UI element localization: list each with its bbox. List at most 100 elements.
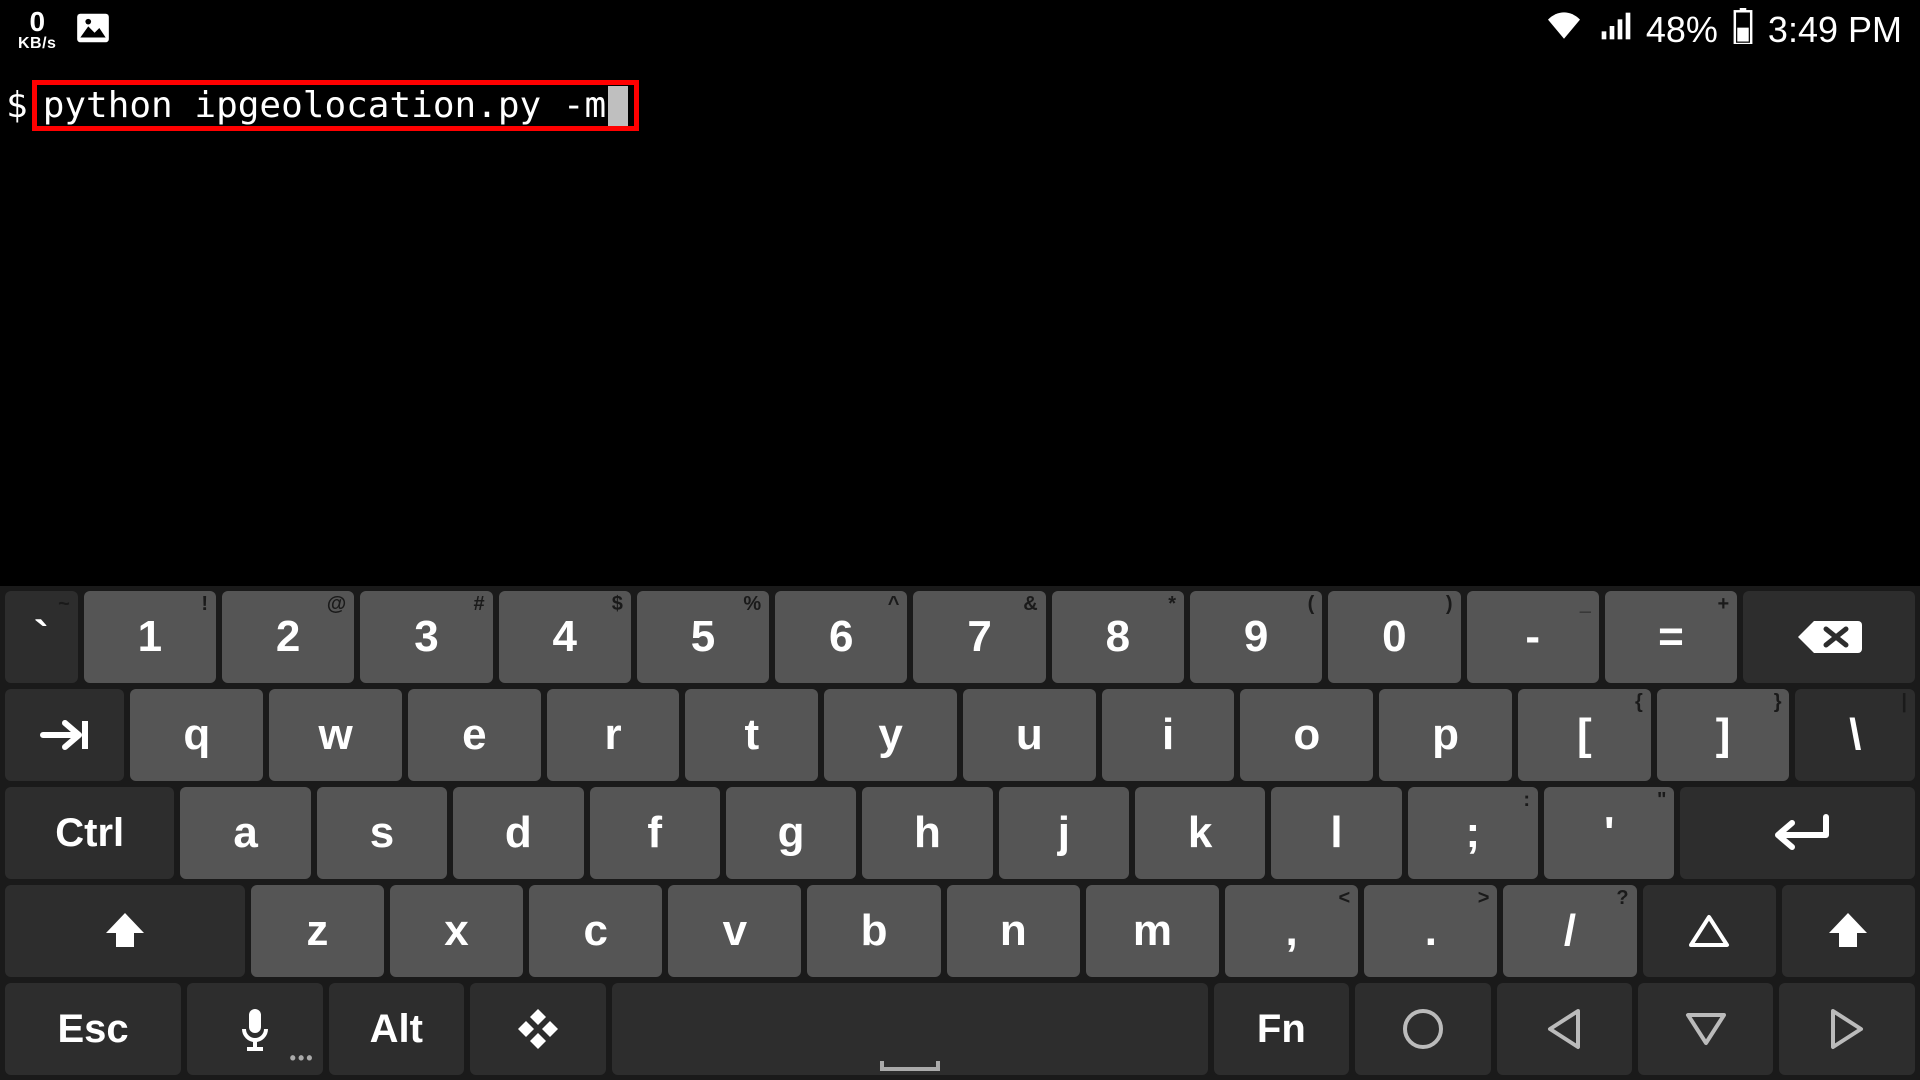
- network-speed-value: 0: [18, 8, 56, 36]
- clock-text: 3:49 PM: [1768, 9, 1902, 51]
- space-handle-icon: [880, 1061, 940, 1071]
- key-7[interactable]: 7&: [913, 591, 1045, 683]
- key-shift-right[interactable]: [1782, 885, 1915, 977]
- key-alt[interactable]: Alt: [329, 983, 464, 1075]
- key-home[interactable]: [1355, 983, 1490, 1075]
- key-period[interactable]: .>: [1364, 885, 1497, 977]
- key-k[interactable]: k: [1135, 787, 1265, 879]
- microphone-icon: [238, 1005, 272, 1053]
- key-r[interactable]: r: [547, 689, 680, 781]
- key-b[interactable]: b: [807, 885, 940, 977]
- key-tab[interactable]: [5, 689, 124, 781]
- key-d[interactable]: d: [453, 787, 583, 879]
- key-g[interactable]: g: [726, 787, 856, 879]
- diamonds-icon: [514, 1005, 562, 1053]
- triangle-up-icon: [1687, 911, 1731, 951]
- key-fn[interactable]: Fn: [1214, 983, 1349, 1075]
- key-h[interactable]: h: [862, 787, 992, 879]
- key-i[interactable]: i: [1102, 689, 1235, 781]
- key-2[interactable]: 2@: [222, 591, 354, 683]
- key-u[interactable]: u: [963, 689, 1096, 781]
- key-0[interactable]: 0): [1328, 591, 1460, 683]
- voice-menu-dots-icon: •••: [290, 1048, 315, 1069]
- enter-icon: [1758, 811, 1838, 855]
- keyboard-row-4: z x c v b n m ,< .> /?: [5, 885, 1915, 977]
- key-semicolon[interactable]: ;:: [1408, 787, 1538, 879]
- key-8[interactable]: 8*: [1052, 591, 1184, 683]
- triangle-down-icon: [1684, 1009, 1728, 1049]
- key-v[interactable]: v: [668, 885, 801, 977]
- battery-icon: [1732, 8, 1754, 53]
- keyboard-row-5: Esc ••• Alt Fn: [5, 983, 1915, 1075]
- key-s[interactable]: s: [317, 787, 447, 879]
- key-6[interactable]: 6^: [775, 591, 907, 683]
- wifi-icon: [1544, 9, 1584, 51]
- key-m[interactable]: m: [1086, 885, 1219, 977]
- keyboard-row-1: ` ~ 1! 2@ 3# 4$ 5% 6^ 7& 8* 9( 0) -_ =+: [5, 591, 1915, 683]
- key-p[interactable]: p: [1379, 689, 1512, 781]
- status-right: 48% 3:49 PM: [1544, 8, 1902, 53]
- key-3[interactable]: 3#: [360, 591, 492, 683]
- key-right-bracket[interactable]: ]}: [1657, 689, 1790, 781]
- key-arrow-down[interactable]: [1638, 983, 1773, 1075]
- key-j[interactable]: j: [999, 787, 1129, 879]
- key-q[interactable]: q: [130, 689, 263, 781]
- keyboard-row-3: Ctrl a s d f g h j k l ;: '": [5, 787, 1915, 879]
- status-left: 0 KB/s: [18, 8, 112, 52]
- key-arrow-right[interactable]: [1779, 983, 1914, 1075]
- key-a[interactable]: a: [180, 787, 310, 879]
- key-y[interactable]: y: [824, 689, 957, 781]
- key-equals[interactable]: =+: [1605, 591, 1737, 683]
- key-f[interactable]: f: [590, 787, 720, 879]
- terminal[interactable]: $ python ipgeolocation.py -m: [6, 80, 1914, 131]
- key-l[interactable]: l: [1271, 787, 1401, 879]
- key-meta[interactable]: [470, 983, 605, 1075]
- key-slash[interactable]: /?: [1503, 885, 1636, 977]
- triangle-left-icon: [1544, 1007, 1584, 1051]
- key-w[interactable]: w: [269, 689, 402, 781]
- key-comma[interactable]: ,<: [1225, 885, 1358, 977]
- circle-icon: [1399, 1005, 1447, 1053]
- shift-icon: [1823, 909, 1873, 953]
- key-o[interactable]: o: [1240, 689, 1373, 781]
- terminal-command[interactable]: python ipgeolocation.py -m: [43, 85, 607, 126]
- shift-icon: [100, 909, 150, 953]
- key-arrow-left[interactable]: [1497, 983, 1632, 1075]
- key-minus[interactable]: -_: [1467, 591, 1599, 683]
- terminal-cursor: [608, 86, 628, 126]
- command-highlight-box: python ipgeolocation.py -m: [32, 80, 640, 131]
- key-backslash[interactable]: \|: [1795, 689, 1914, 781]
- network-speed-unit: KB/s: [18, 36, 56, 52]
- key-shift-left[interactable]: [5, 885, 245, 977]
- key-quote[interactable]: '": [1544, 787, 1674, 879]
- key-esc[interactable]: Esc: [5, 983, 181, 1075]
- battery-percent-text: 48%: [1646, 9, 1718, 51]
- key-enter[interactable]: [1680, 787, 1915, 879]
- key-5[interactable]: 5%: [637, 591, 769, 683]
- terminal-prompt: $: [6, 85, 28, 126]
- gallery-icon: [74, 9, 112, 52]
- key-t[interactable]: t: [685, 689, 818, 781]
- on-screen-keyboard: ` ~ 1! 2@ 3# 4$ 5% 6^ 7& 8* 9( 0) -_ =+ …: [0, 586, 1920, 1080]
- key-backtick[interactable]: ` ~: [5, 591, 78, 683]
- key-voice-input[interactable]: •••: [187, 983, 322, 1075]
- key-c[interactable]: c: [529, 885, 662, 977]
- key-x[interactable]: x: [390, 885, 523, 977]
- key-9[interactable]: 9(: [1190, 591, 1322, 683]
- key-left-bracket[interactable]: [{: [1518, 689, 1651, 781]
- key-space[interactable]: [612, 983, 1208, 1075]
- key-4[interactable]: 4$: [499, 591, 631, 683]
- key-1[interactable]: 1!: [84, 591, 216, 683]
- key-ctrl[interactable]: Ctrl: [5, 787, 174, 879]
- key-arrow-up[interactable]: [1643, 885, 1776, 977]
- signal-icon: [1598, 9, 1632, 51]
- key-z[interactable]: z: [251, 885, 384, 977]
- status-bar: 0 KB/s 48% 3:49 PM: [0, 0, 1920, 60]
- key-e[interactable]: e: [408, 689, 541, 781]
- triangle-right-icon: [1827, 1007, 1867, 1051]
- keyboard-row-2: q w e r t y u i o p [{ ]} \|: [5, 689, 1915, 781]
- key-backspace[interactable]: [1743, 591, 1915, 683]
- network-speed-indicator: 0 KB/s: [18, 8, 56, 52]
- tab-icon: [35, 715, 95, 755]
- key-n[interactable]: n: [947, 885, 1080, 977]
